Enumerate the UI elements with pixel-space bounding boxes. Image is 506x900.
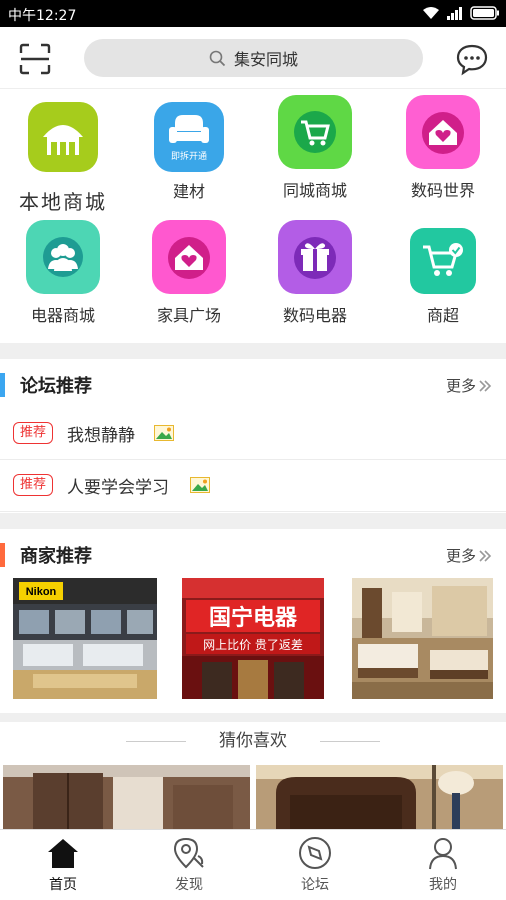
person-icon — [429, 838, 457, 870]
category-label: 电器商城 — [30, 306, 95, 325]
camera-store-photo: Nikon — [13, 578, 157, 699]
appliance-store-photo: 国宁电器 网上比价 贵了返差 — [182, 578, 324, 699]
image-icon — [190, 477, 210, 493]
category-label: 本地商城 — [19, 190, 107, 214]
forum-post-item[interactable]: 推荐 人要学会学习 — [0, 460, 506, 512]
category-furniture-plaza[interactable]: 家具广场 — [126, 220, 252, 326]
double-chevron-right-icon — [479, 549, 492, 562]
forum-post-item[interactable]: 推荐 我想静静 — [0, 408, 506, 460]
status-icons — [422, 5, 500, 21]
merchant-section-title: 商家推荐 — [20, 546, 92, 567]
search-placeholder: 集安同城 — [233, 50, 298, 69]
image-icon — [154, 425, 174, 441]
bed-photo — [256, 765, 503, 829]
merchant-card-furniture-store[interactable] — [352, 578, 493, 699]
category-appliance-mall[interactable]: 电器商城 — [0, 220, 126, 326]
tab-label: 首页 — [49, 877, 77, 893]
divider-line — [126, 741, 186, 742]
category-local-mall[interactable]: 本地商城 — [0, 102, 126, 215]
appliance-store-slogan: 网上比价 贵了返差 — [203, 638, 303, 652]
merchant-card-appliance-store[interactable]: 国宁电器 网上比价 贵了返差 — [182, 578, 326, 699]
category-supermarket[interactable]: 商超 — [380, 220, 506, 326]
gift-icon — [278, 220, 352, 294]
recommend-card-wardrobe[interactable] — [3, 765, 250, 829]
more-label: 更多 — [445, 377, 476, 395]
forum-more-link[interactable]: 更多 — [446, 375, 492, 396]
category-label: 商超 — [426, 306, 459, 325]
merchant-more-link[interactable]: 更多 — [446, 545, 492, 566]
cart-check-icon — [410, 228, 476, 294]
message-icon[interactable] — [455, 42, 489, 76]
merchant-section-header: 商家推荐 更多 — [0, 529, 506, 579]
furniture-store-photo — [352, 578, 493, 699]
top-bar: 集安同城 — [0, 27, 506, 89]
search-icon — [209, 50, 226, 66]
house-heart-icon — [152, 220, 226, 294]
tab-label: 论坛 — [301, 877, 329, 893]
battery-icon — [470, 6, 499, 20]
category-label: 家具广场 — [156, 306, 221, 325]
wifi-icon — [423, 7, 439, 19]
location-icon — [173, 837, 204, 869]
status-time: 中午12:27 — [8, 8, 77, 24]
camera-store-sign: Nikon — [26, 586, 57, 598]
wardrobe-photo — [3, 765, 250, 829]
guess-you-like-title: 猜你喜欢 — [219, 731, 287, 751]
section-divider — [0, 343, 506, 359]
double-chevron-right-icon — [479, 379, 492, 392]
signal-icon — [447, 7, 462, 20]
tab-discover[interactable]: 发现 — [126, 830, 252, 900]
forum-section-title: 论坛推荐 — [20, 376, 92, 397]
section-divider — [0, 713, 506, 722]
recommend-badge: 推荐 — [13, 474, 53, 496]
people-icon — [26, 220, 100, 294]
search-input[interactable]: 集安同城 — [84, 39, 423, 77]
tab-mine[interactable]: 我的 — [380, 830, 506, 900]
recommend-badge: 推荐 — [13, 422, 53, 444]
compass-icon — [299, 837, 331, 869]
divider-line — [320, 741, 380, 742]
category-digital-appliance[interactable]: 数码电器 — [252, 220, 378, 326]
home-icon — [48, 839, 78, 868]
tab-label: 发现 — [175, 877, 203, 893]
cart-icon — [278, 95, 352, 169]
tab-forum[interactable]: 论坛 — [252, 830, 378, 900]
category-label: 数码世界 — [410, 181, 475, 200]
category-building-materials[interactable]: 即拆开通 建材 — [126, 102, 252, 202]
section-divider — [0, 513, 506, 529]
category-city-mall[interactable]: 同城商城 — [252, 95, 378, 201]
merchant-card-camera-store[interactable]: Nikon — [13, 578, 157, 699]
tab-label: 我的 — [429, 877, 457, 893]
merchant-accent-bar — [0, 543, 5, 567]
category-label: 数码电器 — [282, 306, 347, 325]
sofa-badge: 即拆开通 — [170, 151, 207, 162]
forum-post-title: 人要学会学习 — [67, 478, 169, 498]
sofa-icon: 即拆开通 — [154, 102, 224, 172]
forum-post-title: 我想静静 — [67, 426, 135, 446]
guess-you-like-header: 猜你喜欢 — [0, 722, 506, 760]
scan-icon[interactable] — [18, 42, 52, 76]
local-mall-icon — [28, 102, 98, 172]
recommend-card-bed[interactable] — [256, 765, 503, 829]
category-label: 建材 — [172, 182, 205, 201]
house-heart-icon — [406, 95, 480, 169]
forum-accent-bar — [0, 373, 5, 397]
status-bar: 中午12:27 — [0, 0, 506, 27]
bottom-tab-bar: 首页 发现 论坛 我的 — [0, 829, 506, 900]
category-label: 同城商城 — [282, 181, 347, 200]
appliance-store-sign: 国宁电器 — [209, 605, 298, 631]
category-digital-world[interactable]: 数码世界 — [380, 95, 506, 201]
forum-section-header: 论坛推荐 更多 — [0, 359, 506, 409]
tab-home[interactable]: 首页 — [0, 830, 126, 900]
more-label: 更多 — [445, 547, 476, 565]
